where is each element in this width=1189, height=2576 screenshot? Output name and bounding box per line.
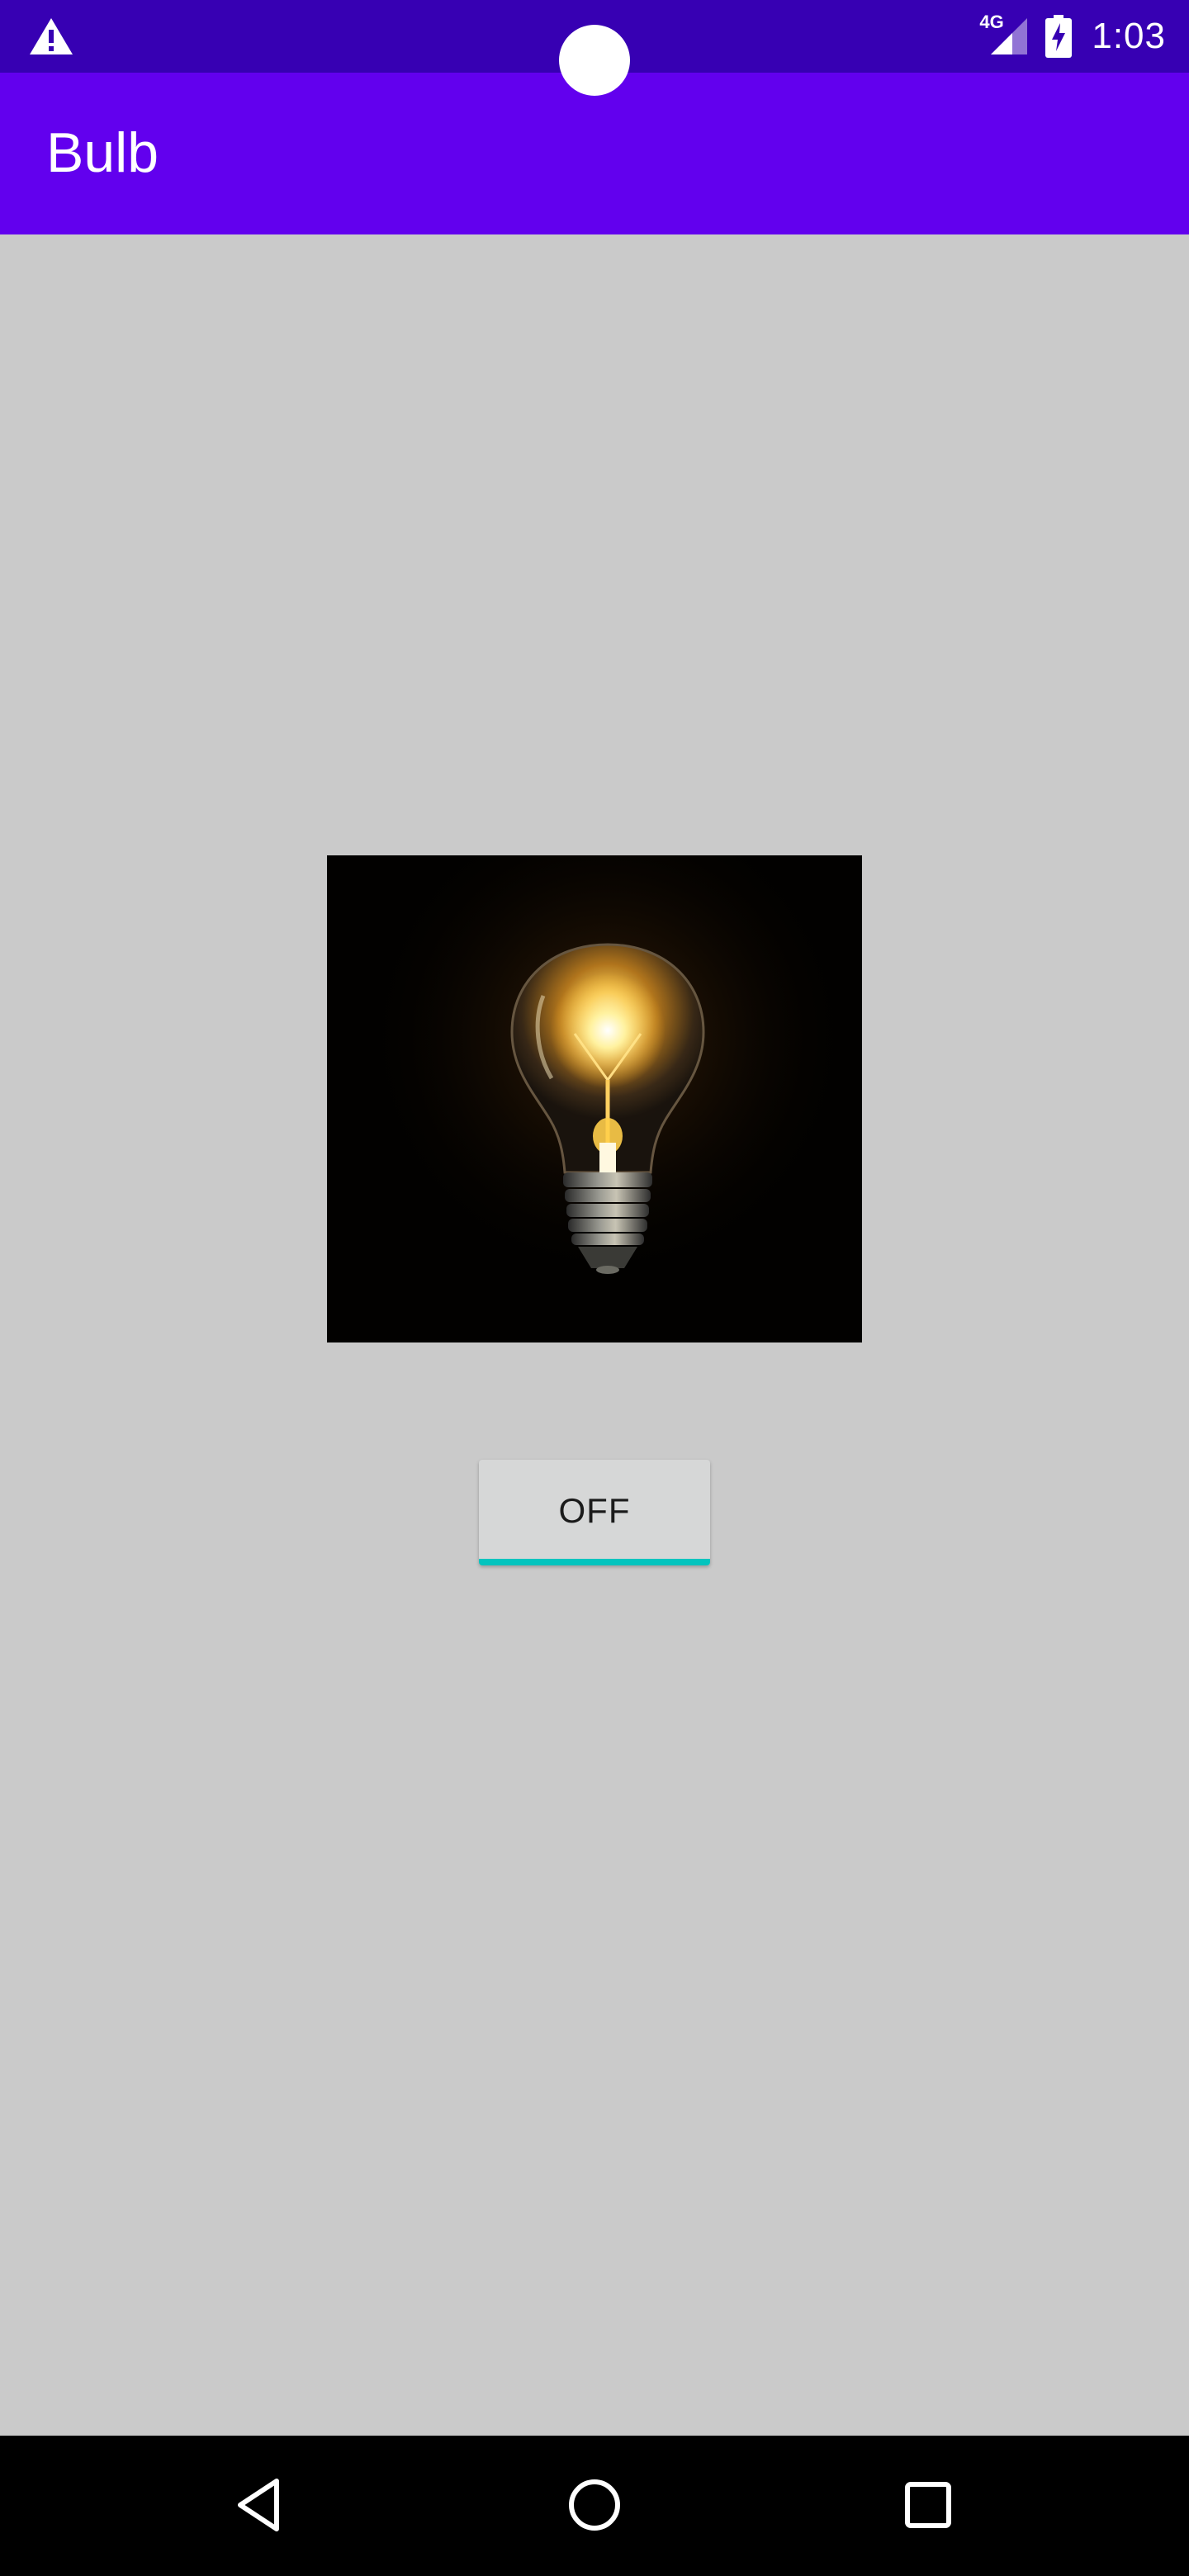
status-icons: 4G 1:03 (979, 0, 1166, 73)
toggle-light-button[interactable]: OFF (479, 1460, 710, 1565)
signal-icon: 4G (979, 12, 1029, 58)
warning-icon (28, 17, 74, 56)
toggle-light-button-label: OFF (558, 1491, 631, 1530)
recents-icon[interactable] (879, 2455, 978, 2555)
navigation-bar (0, 2436, 1189, 2576)
home-icon[interactable] (545, 2455, 644, 2555)
back-icon[interactable] (211, 2455, 310, 2555)
app-bar: Bulb (0, 73, 1189, 234)
network-type-label: 4G (979, 12, 1004, 32)
main-content: OFF (0, 234, 1189, 2436)
camera-cutout (559, 25, 630, 96)
button-accent-underline (479, 1559, 710, 1565)
battery-charging-icon (1045, 15, 1073, 58)
app-title: Bulb (46, 121, 159, 184)
clock: 1:03 (1092, 16, 1166, 56)
light-bulb-image (327, 855, 862, 1342)
